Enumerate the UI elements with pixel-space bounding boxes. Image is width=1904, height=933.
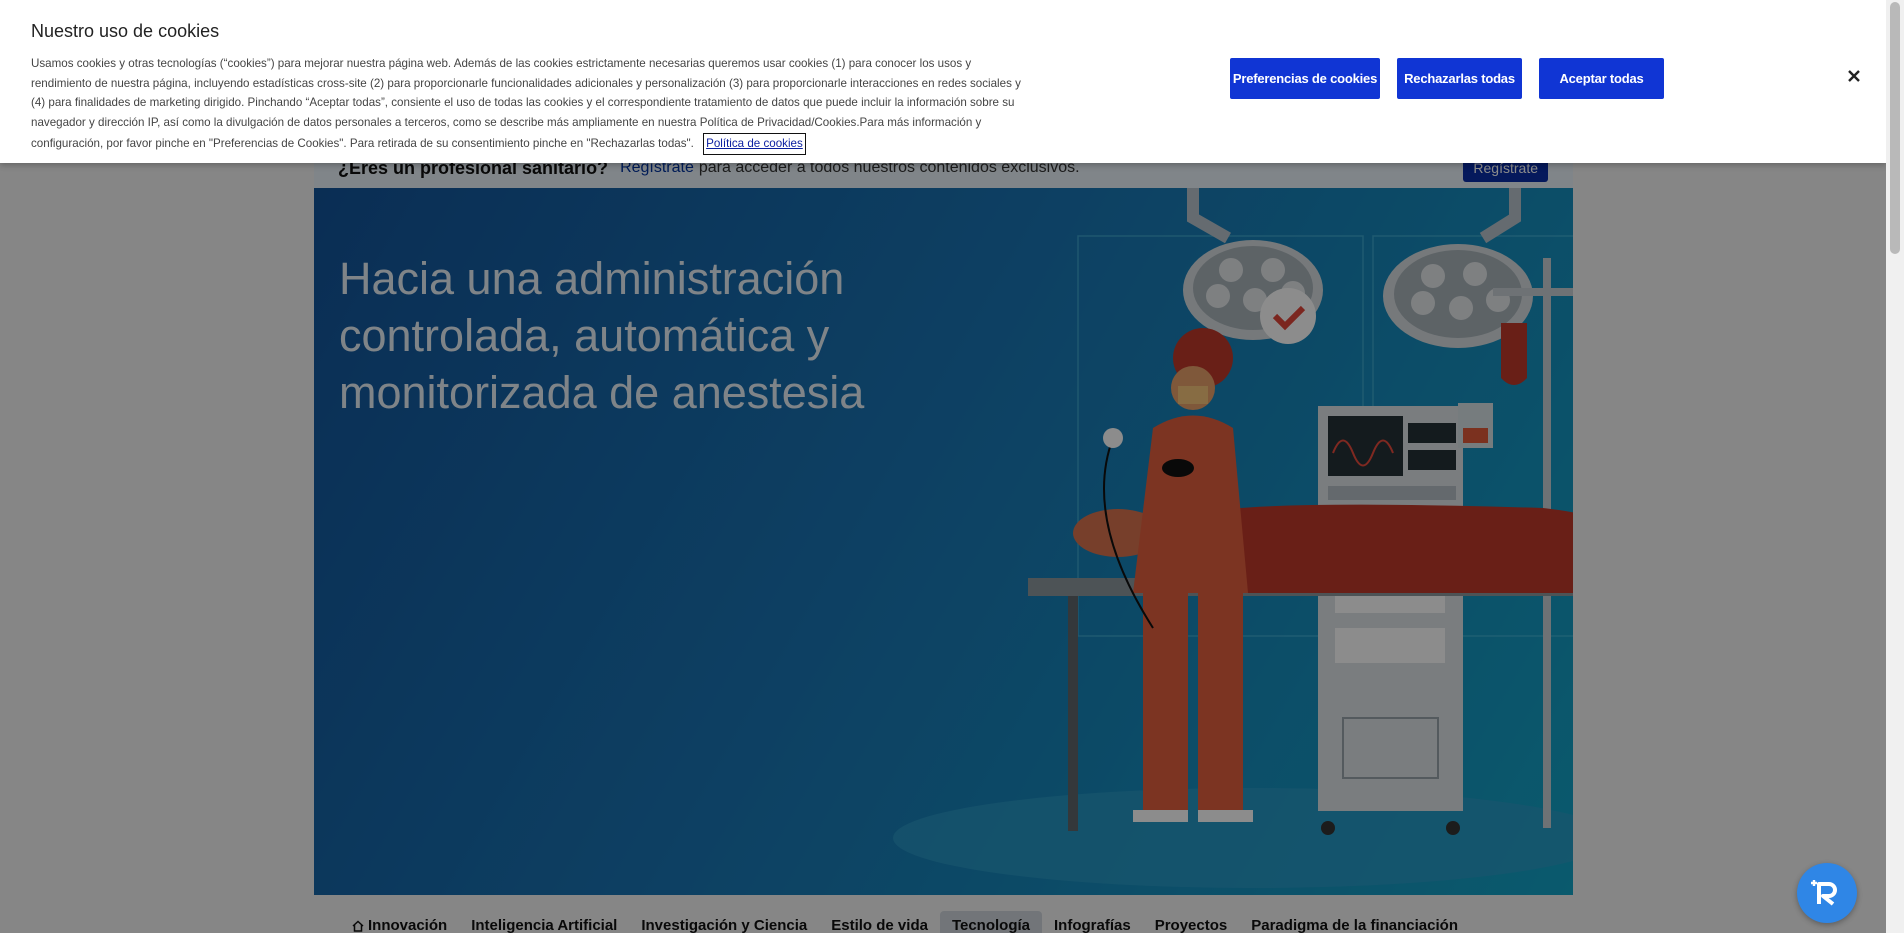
- cookie-preferences-button[interactable]: Preferencias de cookies: [1230, 58, 1380, 99]
- cookie-banner-text: Usamos cookies y otras tecnologías (“coo…: [31, 54, 1021, 155]
- chat-assistant-button[interactable]: [1797, 863, 1857, 923]
- cookie-policy-link[interactable]: Política de cookies: [703, 132, 806, 155]
- cookie-description: Usamos cookies y otras tecnologías (“coo…: [31, 57, 1021, 150]
- chatbot-logo-icon: [1811, 880, 1837, 906]
- close-icon[interactable]: [1844, 66, 1864, 86]
- accept-all-button[interactable]: Aceptar todas: [1539, 58, 1664, 99]
- cookie-banner: Nuestro uso de cookies Usamos cookies y …: [0, 0, 1886, 163]
- scrollbar-thumb[interactable]: [1890, 2, 1900, 254]
- page-scrollbar[interactable]: [1886, 0, 1904, 933]
- cookie-banner-title: Nuestro uso de cookies: [31, 21, 220, 41]
- reject-all-button[interactable]: Rechazarlas todas: [1397, 58, 1522, 99]
